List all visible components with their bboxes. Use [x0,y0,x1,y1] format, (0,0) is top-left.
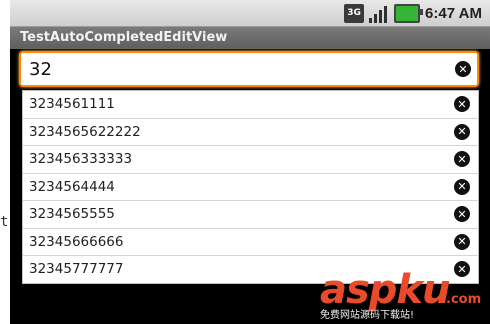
delete-suggestion-icon[interactable]: ✕ [454,123,470,140]
suggestion-row[interactable]: 323456333333 ✕ [23,146,478,174]
delete-suggestion-icon[interactable]: ✕ [454,178,470,195]
watermark-logo: aspku [320,267,451,313]
suggestion-text: 32345666666 [29,233,124,250]
delete-suggestion-icon[interactable]: ✕ [454,206,470,222]
suggestion-text: 323456333333 [29,151,133,167]
autocomplete-edit-field[interactable]: 32 ✕ [19,51,479,87]
suggestion-text: 3234565622222 [29,123,141,140]
suggestion-row[interactable]: 3234565622222 ✕ [23,119,478,146]
suggestion-text: 3234565555 [29,206,115,222]
suggestion-row[interactable]: 3234565555 ✕ [23,201,478,229]
watermark: aspku .com 免费网站源码下载站! [320,270,488,324]
edit-field-value: 32 [29,59,52,80]
suggestion-row[interactable]: 3234564444 ✕ [23,174,478,201]
app-title: TestAutoCompletedEditView [20,30,228,45]
suggestion-text: 3234564444 [29,178,115,195]
watermark-suffix: .com [446,292,482,307]
suggestion-dropdown: 3234561111 ✕ 3234565622222 ✕ 32345633333… [22,90,479,284]
delete-suggestion-icon[interactable]: ✕ [454,96,470,112]
suggestion-text: 3234561111 [29,96,115,112]
battery-icon [394,3,424,23]
delete-suggestion-icon[interactable]: ✕ [454,151,470,167]
status-time: 6:47 AM [425,4,482,22]
delete-suggestion-icon[interactable]: ✕ [454,233,470,250]
watermark-subtitle: 免费网站源码下载站! [320,310,415,321]
clear-input-icon[interactable]: ✕ [455,61,471,77]
suggestion-row[interactable]: 3234561111 ✕ [23,91,478,119]
status-bar: 3G 6:47 AM [10,0,490,27]
network-3g-icon: 3G [344,3,365,23]
suggestion-text: 32345777777 [29,261,124,277]
suggestion-row[interactable]: 32345666666 ✕ [23,229,478,256]
signal-strength-icon [369,4,389,23]
status-icons: 3G 6:47 AM [344,3,482,23]
title-bar: TestAutoCompletedEditView [10,27,490,49]
